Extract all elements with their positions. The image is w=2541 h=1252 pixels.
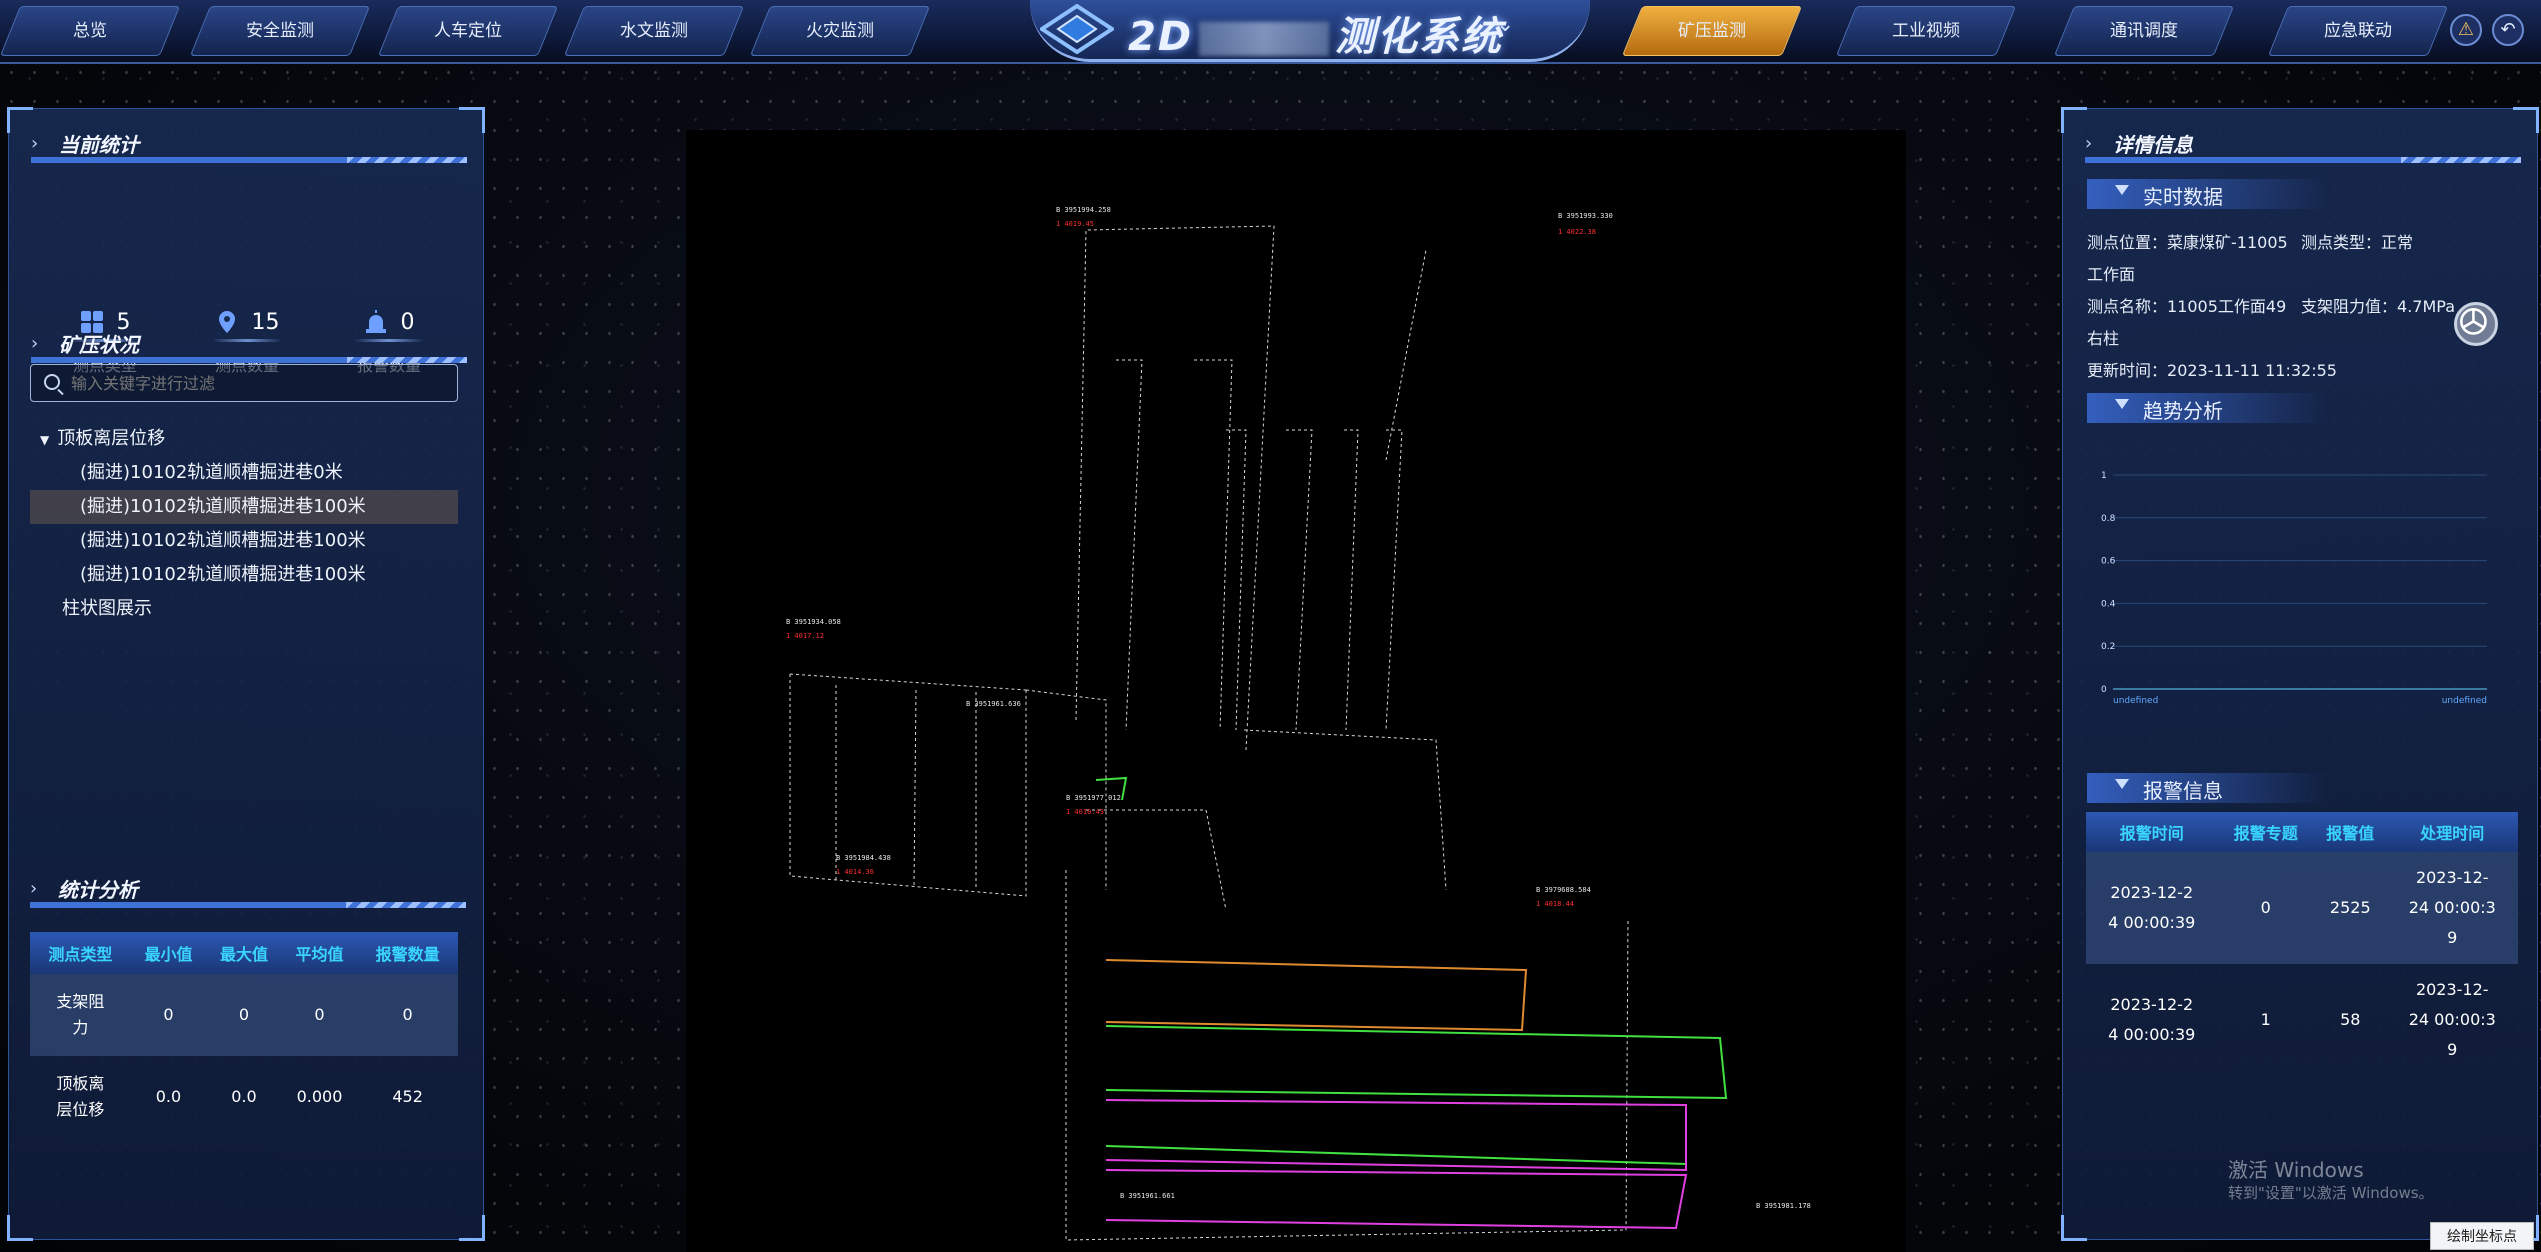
tree-item[interactable]: (掘进)10102轨道顺槽掘进巷0米: [80, 456, 460, 490]
caret-down-icon: [2115, 399, 2129, 409]
svg-text:1 4022.38: 1 4022.38: [1558, 228, 1596, 236]
chevron-right-icon: ›: [30, 878, 38, 899]
svg-text:B 3951977.012: B 3951977.012: [1066, 794, 1121, 802]
svg-text:B 3979688.584: B 3979688.584: [1536, 886, 1591, 894]
y-tick-label: 0.2: [2101, 642, 2115, 652]
svg-text:1 4014.36: 1 4014.36: [836, 868, 874, 876]
y-tick-label: 0.4: [2101, 599, 2116, 609]
table-row[interactable]: 2023-12-2 4 00:00:39 1 58 2023-12- 24 00…: [2086, 964, 2518, 1076]
svg-text:1 4018.44: 1 4018.44: [1536, 900, 1574, 908]
svg-text:B 3951961.661: B 3951961.661: [1120, 1192, 1175, 1200]
chevron-right-icon: ›: [31, 333, 39, 354]
pressure-header: › 矿压状况: [31, 327, 467, 363]
aperture-icon[interactable]: [2454, 302, 2498, 346]
y-tick-label: 0.6: [2101, 557, 2116, 567]
warning-icon[interactable]: ⚠: [2450, 14, 2482, 46]
table-row[interactable]: 支架阻 力 0 0 0 0: [30, 974, 458, 1056]
col-header: 最大值: [206, 932, 282, 974]
tab-video[interactable]: 工业视频: [1835, 6, 2017, 56]
mine-cad-map[interactable]: B 3951994.258 B 3951993.330 B 3951934.05…: [686, 130, 1906, 1252]
chevron-down-icon[interactable]: ⌄: [1496, 12, 1514, 37]
col-header: 平均值: [281, 932, 358, 974]
info-type: 测点类型：正常: [2301, 233, 2414, 252]
svg-text:B 3951984.438: B 3951984.438: [836, 854, 891, 862]
svg-text:1 4019.45: 1 4019.45: [1056, 220, 1094, 228]
info-location: 测点位置：菜康煤矿-11005: [2087, 233, 2288, 252]
tab-dispatch[interactable]: 通讯调度: [2053, 6, 2235, 56]
col-header: 报警值: [2314, 812, 2387, 852]
windows-activation-hint: 转到"设置"以激活 Windows。: [2228, 1184, 2434, 1202]
chevron-right-icon: ›: [31, 133, 39, 154]
tab-emergency[interactable]: 应急联动: [2267, 6, 2449, 56]
trend-chart: 0 0.2 0.4 0.6 0.8 1 undefined undefined: [2101, 471, 2487, 706]
bar-chart-link[interactable]: 柱状图展示: [62, 592, 152, 626]
svg-text:B 3951993.330: B 3951993.330: [1558, 212, 1613, 220]
analysis-header: › 统计分析: [30, 872, 466, 908]
trend-header[interactable]: 趋势分析: [2087, 393, 2327, 423]
y-tick-label: 1: [2101, 471, 2107, 481]
tree-item-selected[interactable]: (掘进)10102轨道顺槽掘进巷100米: [30, 490, 458, 524]
tab-hydrology[interactable]: 水文监测: [563, 6, 745, 56]
col-header: 报警时间: [2086, 812, 2218, 852]
tab-overview[interactable]: 总览: [0, 6, 181, 56]
col-header: 最小值: [130, 932, 207, 974]
stats-header: › 当前统计: [31, 127, 467, 163]
svg-text:B 3951994.258: B 3951994.258: [1056, 206, 1111, 214]
app-title: 2D 测化系统: [1128, 14, 1504, 60]
redacted-text: [1199, 22, 1330, 56]
col-header: 处理时间: [2386, 812, 2518, 852]
tab-fire[interactable]: 火灾监测: [749, 6, 931, 56]
alarm-header[interactable]: 报警信息: [2087, 773, 2327, 803]
svg-text:1 4010.43: 1 4010.43: [1066, 808, 1104, 816]
caret-down-icon: ▼: [40, 433, 50, 447]
alarm-table: 报警时间 报警专题 报警值 处理时间 2023-12-2 4 00:00:39 …: [2086, 812, 2518, 1076]
windows-activation-watermark: 激活 Windows: [2228, 1158, 2364, 1182]
search-icon: [44, 374, 60, 390]
tab-safety[interactable]: 安全监测: [189, 6, 371, 56]
detail-header: › 详情信息: [2085, 127, 2521, 163]
caret-down-icon: [2115, 185, 2129, 195]
info-location-cont: 工作面: [2087, 265, 2136, 284]
analysis-table: 测点类型 最小值 最大值 平均值 报警数量 支架阻 力 0 0 0 0 顶板离 …: [30, 932, 458, 1138]
plot-coordinates-button[interactable]: 绘制坐标点: [2430, 1222, 2534, 1250]
y-tick-label: 0: [2101, 685, 2107, 695]
tab-personnel[interactable]: 人车定位: [377, 6, 559, 56]
chevron-right-icon: ›: [2085, 133, 2093, 154]
back-icon[interactable]: ↶: [2492, 14, 2524, 46]
info-force: 支架阻力值：4.7MPa: [2301, 297, 2455, 316]
svg-text:B 3951961.636: B 3951961.636: [966, 700, 1021, 708]
svg-text:1 4017.12: 1 4017.12: [786, 632, 824, 640]
caret-down-icon: [2115, 779, 2129, 789]
table-row[interactable]: 顶板离 层位移 0.0 0.0 0.000 452: [30, 1056, 458, 1138]
svg-text:B 3951934.058: B 3951934.058: [786, 618, 841, 626]
tree-root[interactable]: ▼ 顶板离层位移: [40, 422, 165, 456]
x-tick-label: undefined: [2113, 696, 2158, 706]
svg-text:B 3951981.178: B 3951981.178: [1756, 1202, 1811, 1210]
tree-item[interactable]: (掘进)10102轨道顺槽掘进巷100米: [80, 524, 460, 558]
info-name: 测点名称：11005工作面49: [2087, 297, 2287, 316]
info-name-cont: 右柱: [2087, 329, 2120, 348]
search-input[interactable]: [30, 364, 458, 402]
col-header: 测点类型: [30, 932, 131, 974]
x-tick-label: undefined: [2442, 696, 2487, 706]
col-header: 报警数量: [357, 932, 458, 974]
tree-item[interactable]: (掘进)10102轨道顺槽掘进巷100米: [80, 558, 460, 592]
info-time: 更新时间：2023-11-11 11:32:55: [2087, 361, 2337, 380]
logo-icon: [1040, 4, 1114, 54]
table-row[interactable]: 2023-12-2 4 00:00:39 0 2525 2023-12- 24 …: [2086, 852, 2518, 964]
col-header: 报警专题: [2217, 812, 2315, 852]
y-tick-label: 0.8: [2101, 514, 2116, 524]
realtime-header[interactable]: 实时数据: [2087, 179, 2327, 209]
tab-pressure[interactable]: 矿压监测: [1621, 6, 1803, 56]
